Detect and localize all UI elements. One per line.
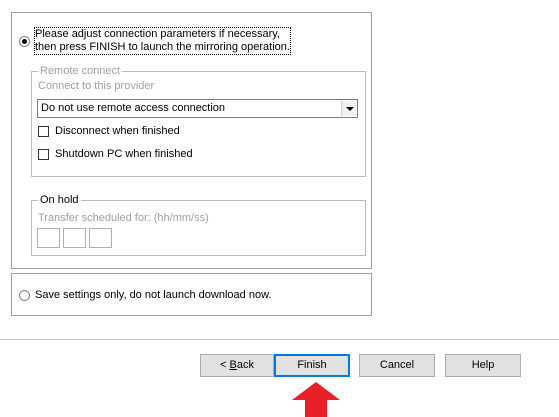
disconnect-label[interactable]: Disconnect when finished bbox=[55, 125, 180, 137]
chevron-down-icon[interactable] bbox=[341, 101, 356, 116]
provider-dropdown[interactable]: Do not use remote access connection bbox=[37, 99, 358, 118]
launch-now-label[interactable]: Please adjust connection parameters if n… bbox=[34, 27, 291, 55]
on-hold-legend: On hold bbox=[38, 194, 81, 206]
shutdown-checkbox[interactable] bbox=[38, 149, 49, 160]
shutdown-label[interactable]: Shutdown PC when finished bbox=[55, 148, 193, 160]
red-arrow-up-icon bbox=[292, 382, 340, 417]
provider-label: Connect to this provider bbox=[38, 80, 155, 92]
remote-connect-legend: Remote connect bbox=[38, 65, 123, 77]
seconds-input[interactable] bbox=[89, 228, 112, 248]
cancel-button[interactable]: Cancel bbox=[359, 354, 435, 377]
save-only-label[interactable]: Save settings only, do not launch downlo… bbox=[35, 289, 271, 301]
scheduled-label: Transfer scheduled for: (hh/mm/ss) bbox=[38, 212, 209, 224]
hours-input[interactable] bbox=[37, 228, 60, 248]
disconnect-checkbox[interactable] bbox=[38, 126, 49, 137]
footer-divider bbox=[0, 339, 559, 340]
back-button[interactable]: < Back bbox=[200, 354, 274, 377]
save-only-radio[interactable] bbox=[19, 290, 30, 301]
finish-button[interactable]: Finish bbox=[274, 354, 350, 377]
help-button[interactable]: Help bbox=[445, 354, 521, 377]
launch-now-radio[interactable] bbox=[19, 36, 30, 47]
minutes-input[interactable] bbox=[63, 228, 86, 248]
